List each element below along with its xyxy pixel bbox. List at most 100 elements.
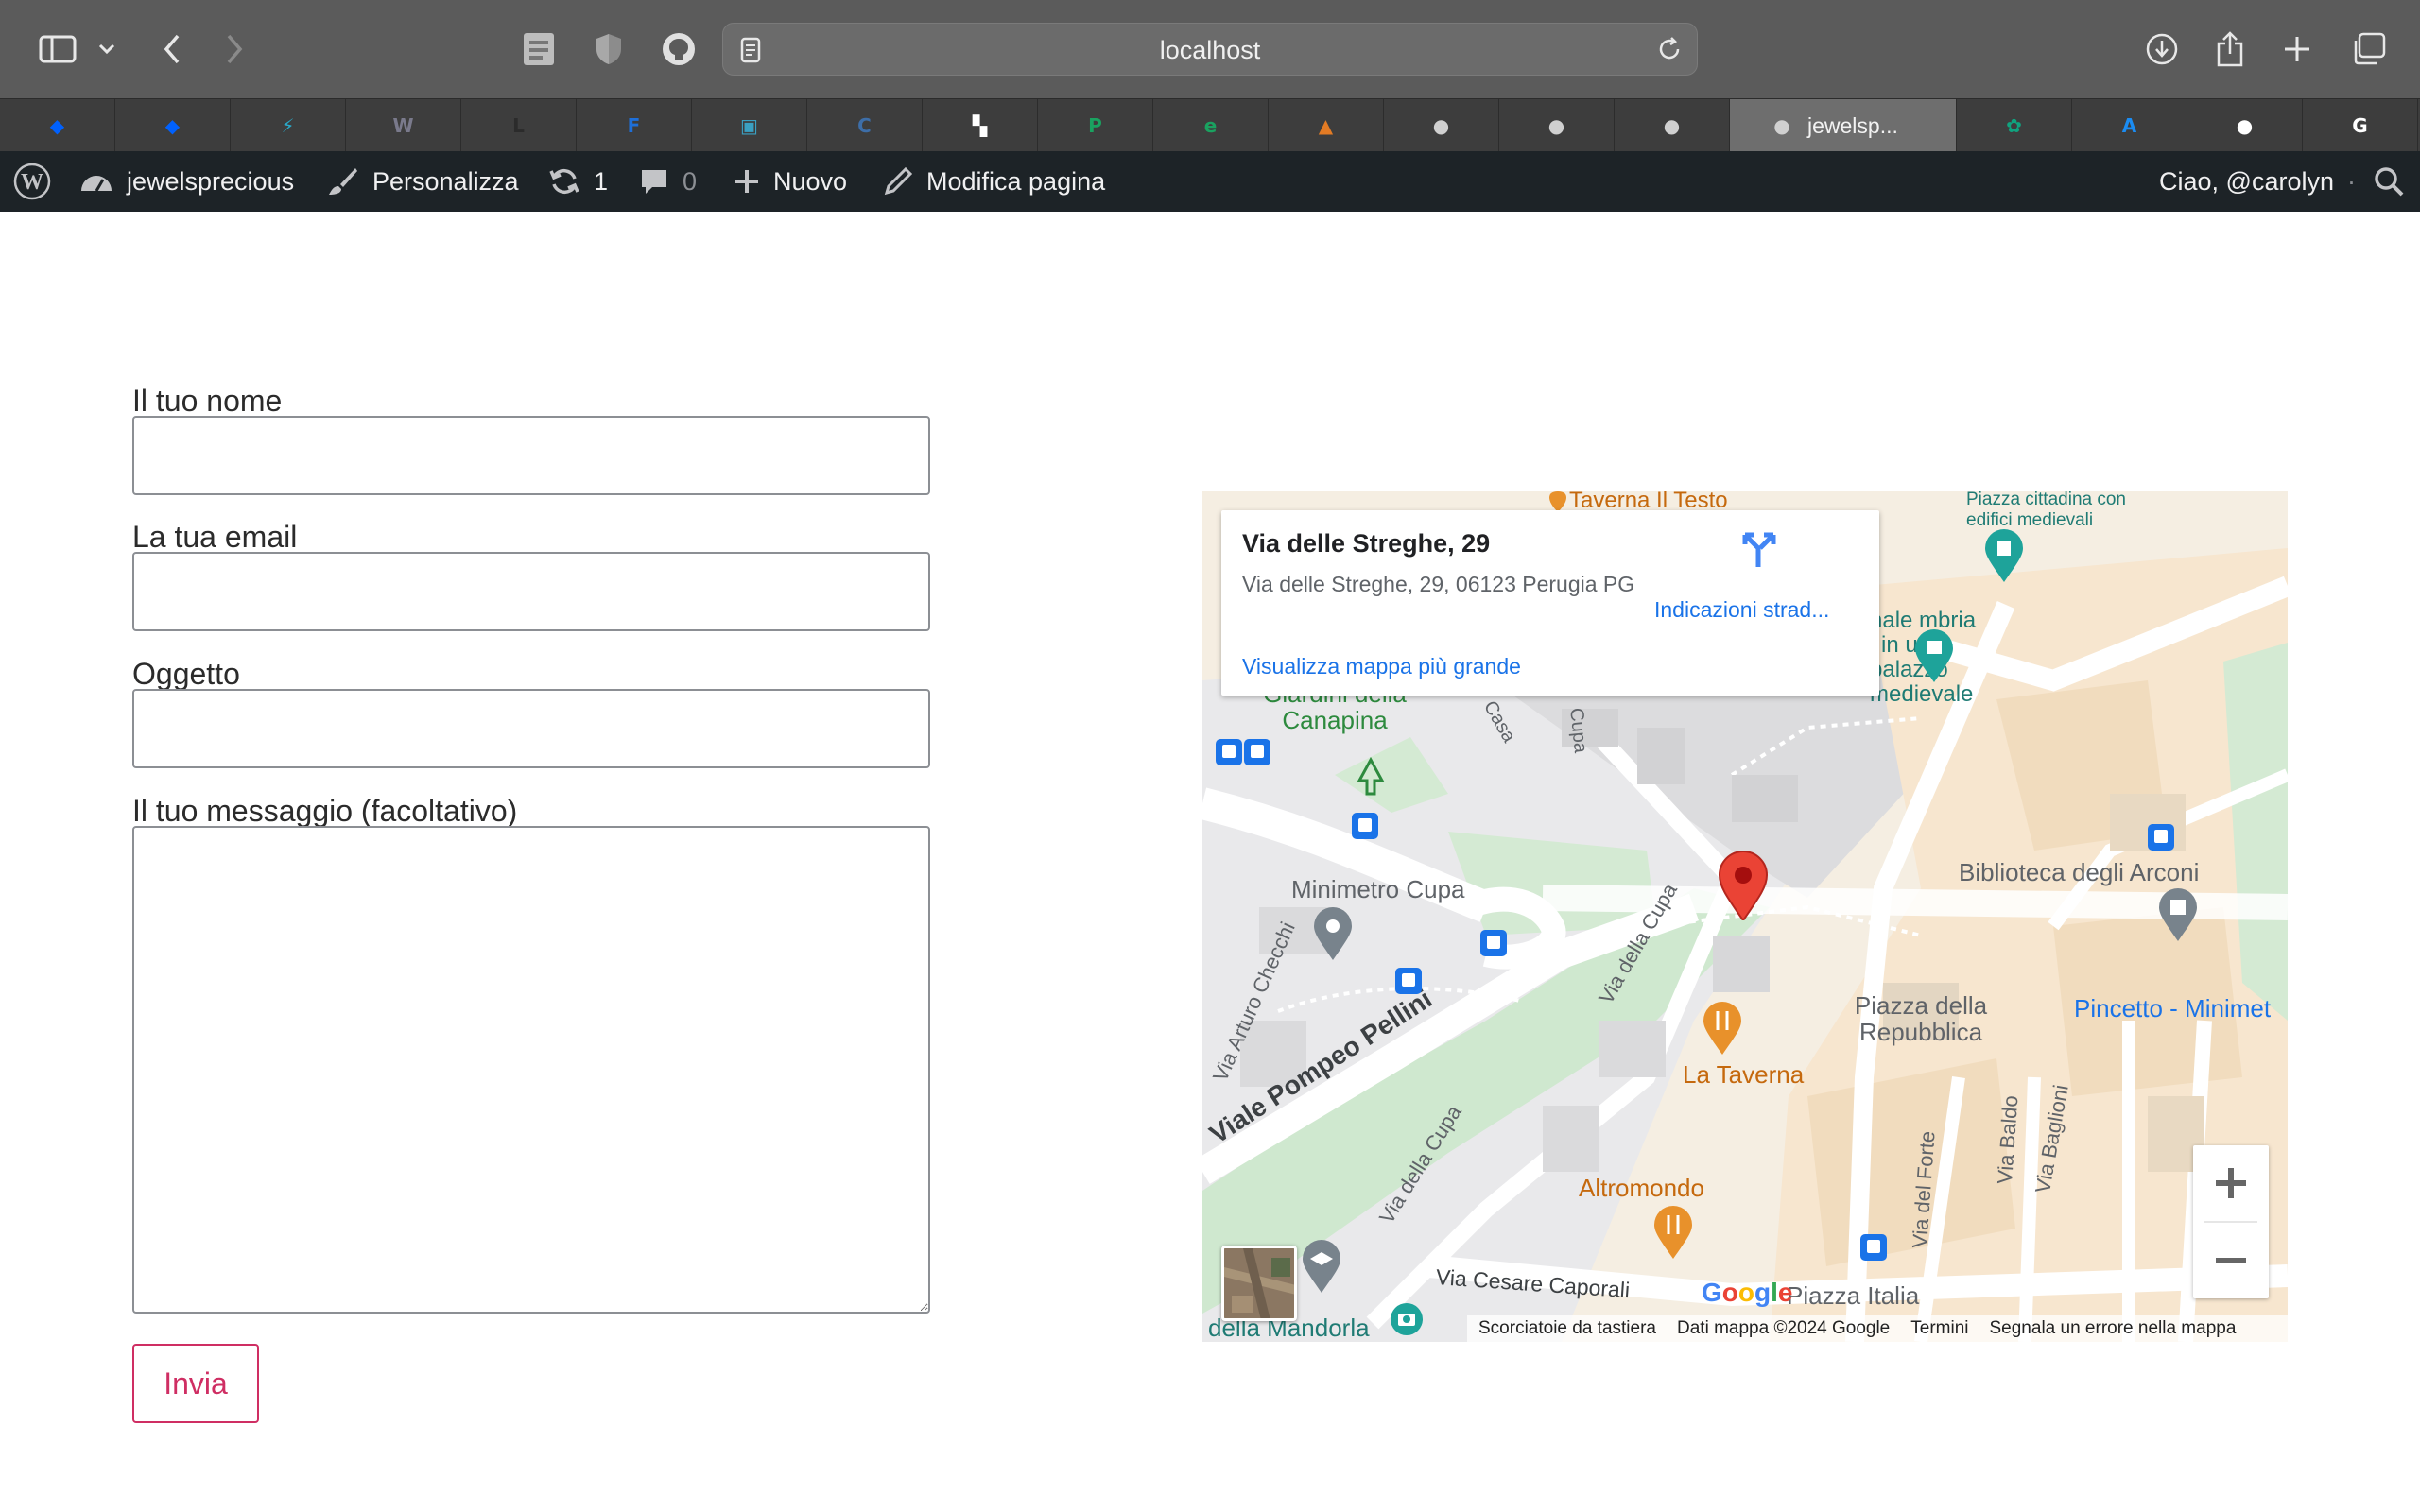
search-icon[interactable] — [2373, 151, 2418, 212]
browser-tab[interactable]: ▣ — [692, 99, 807, 152]
browser-tab[interactable]: ◆ — [0, 99, 115, 152]
my-account-item[interactable]: Ciao, @carolyn · — [2159, 151, 2356, 212]
browser-tab[interactable]: ✿ — [1957, 99, 2072, 152]
tab-title: jewelsp... — [1807, 112, 1898, 138]
browser-tab[interactable]: P — [1038, 99, 1153, 152]
l-icon: L — [512, 114, 525, 137]
report-error-link[interactable]: Segnala un errore nella mappa — [1990, 1318, 2237, 1339]
browser-tab[interactable]: ▲ — [1269, 99, 1384, 152]
site-name-item[interactable]: jewelsprecious — [79, 151, 294, 212]
google-map[interactable]: Taverna Il Testo Piazza cittadina con ed… — [1202, 491, 2288, 1342]
bus-stop-icon[interactable] — [1216, 739, 1242, 765]
customize-item[interactable]: Personalizza — [327, 151, 519, 212]
browser-tab[interactable]: A — [2072, 99, 2187, 152]
restaurant-marker-icon[interactable] — [1703, 1002, 1741, 1055]
library-marker-icon[interactable] — [2159, 888, 2197, 941]
browser-tab[interactable]: L — [461, 99, 577, 152]
zoom-control — [2193, 1145, 2269, 1298]
zoom-out-button[interactable] — [2193, 1223, 2269, 1298]
chevron-down-icon[interactable] — [93, 23, 121, 76]
browser-tab[interactable]: ◆ — [115, 99, 231, 152]
customize-label: Personalizza — [372, 166, 519, 196]
bus-stop-icon[interactable] — [1860, 1234, 1887, 1261]
park-marker-icon[interactable] — [1354, 756, 1388, 803]
shield-icon[interactable] — [588, 23, 630, 76]
location-pin-icon[interactable] — [1719, 850, 1768, 920]
elephant-icon: ● — [1432, 114, 1450, 137]
school-marker-icon[interactable] — [1303, 1240, 1340, 1293]
new-tab-icon[interactable] — [2276, 23, 2318, 76]
dropbox-icon: ◆ — [49, 114, 65, 137]
download-icon[interactable] — [2138, 23, 2186, 76]
transit-marker-icon[interactable] — [1314, 907, 1352, 960]
bolt-icon: ⚡ — [281, 114, 295, 137]
bus-stop-icon[interactable] — [1244, 739, 1270, 765]
comments-item[interactable]: 0 — [639, 151, 697, 212]
plus-icon — [2216, 1168, 2246, 1198]
back-icon[interactable] — [153, 23, 191, 76]
subject-field[interactable] — [132, 689, 930, 768]
browser-tab[interactable]: C — [807, 99, 923, 152]
map-label-piazza-repubblica: Piazza della Repubblica — [1854, 991, 1988, 1046]
zoom-in-button[interactable] — [2193, 1145, 2269, 1221]
email-field[interactable] — [132, 552, 930, 631]
satellite-thumbnail — [1224, 1248, 1294, 1318]
github-extension-icon[interactable] — [658, 23, 700, 76]
landmark-marker-icon[interactable] — [1985, 529, 2023, 582]
browser-tab[interactable]: W — [346, 99, 461, 152]
bus-stop-icon[interactable] — [1395, 968, 1422, 994]
edit-page-label: Modifica pagina — [926, 166, 1106, 196]
message-field[interactable] — [132, 826, 930, 1314]
p-icon: P — [1088, 114, 1102, 137]
terms-link[interactable]: Termini — [1910, 1318, 1968, 1339]
edit-page-item[interactable]: Modifica pagina — [883, 151, 1105, 212]
submit-button[interactable]: Invia — [132, 1344, 259, 1423]
tab-overview-icon[interactable] — [2344, 23, 2392, 76]
browser-tab[interactable]: e — [1153, 99, 1269, 152]
bus-stop-icon[interactable] — [1352, 813, 1378, 839]
photo-marker-icon[interactable] — [1390, 1302, 1424, 1336]
forward-icon[interactable] — [216, 23, 253, 76]
bus-stop-icon[interactable] — [1480, 930, 1507, 956]
browser-tab[interactable]: ▚ — [923, 99, 1038, 152]
browser-toolbar: localhost — [0, 0, 2420, 98]
bus-stop-icon[interactable] — [2148, 824, 2174, 850]
share-icon[interactable] — [2208, 23, 2252, 76]
appstore-icon: A — [2121, 114, 2137, 137]
keyboard-shortcuts-link[interactable]: Scorciatoie da tastiera — [1478, 1318, 1656, 1339]
updates-item[interactable]: 1 — [548, 151, 608, 212]
larger-map-link[interactable]: Visualizza mappa più grande — [1242, 654, 1521, 679]
directions-link[interactable]: Indicazioni strad... — [1654, 597, 1829, 623]
map-label-minimetro: Minimetro Cupa — [1291, 875, 1465, 903]
browser-tab[interactable]: ● — [1499, 99, 1615, 152]
svg-text:W: W — [21, 170, 43, 195]
name-field[interactable] — [132, 416, 930, 495]
message-label: Il tuo messaggio (facoltativo) — [132, 794, 518, 828]
greeting-label: Ciao, @carolyn — [2159, 166, 2334, 196]
reader-extension-icon[interactable] — [518, 23, 560, 76]
browser-tab[interactable]: G — [2303, 99, 2418, 152]
browser-tab[interactable]: ● jewelsp... — [1730, 99, 1957, 152]
map-label-piazza-cittadina: Piazza cittadina con edifici medievali — [1966, 491, 2126, 530]
sidebar-toggle-icon[interactable] — [34, 23, 81, 76]
browser-tab[interactable]: ● — [1384, 99, 1499, 152]
map-label-piazza-italia: Piazza Italia — [1787, 1281, 1920, 1310]
satellite-toggle-button[interactable] — [1221, 1246, 1297, 1321]
museum-marker-icon[interactable] — [1915, 629, 1953, 682]
restaurant-marker-icon[interactable] — [1654, 1206, 1692, 1259]
account-dot: · — [2346, 166, 2356, 196]
pencil-icon — [884, 166, 913, 196]
browser-tab[interactable]: ● — [1615, 99, 1730, 152]
browser-tab[interactable]: F — [577, 99, 692, 152]
browser-tab[interactable]: ⚡ — [231, 99, 346, 152]
wordpress-logo-icon[interactable]: W — [13, 151, 64, 212]
elephant-icon: ● — [1663, 114, 1681, 137]
map-label-cupa-short: Cupa — [1565, 707, 1591, 754]
new-item[interactable]: Nuovo — [734, 151, 847, 212]
reload-icon[interactable] — [1655, 35, 1684, 68]
browser-tab[interactable]: ● — [2187, 99, 2303, 152]
address-text[interactable]: localhost — [723, 24, 1697, 77]
restaurant-marker-icon[interactable] — [1539, 491, 1577, 512]
directions-icon[interactable] — [1739, 531, 1779, 576]
address-bar[interactable]: localhost — [722, 23, 1698, 76]
